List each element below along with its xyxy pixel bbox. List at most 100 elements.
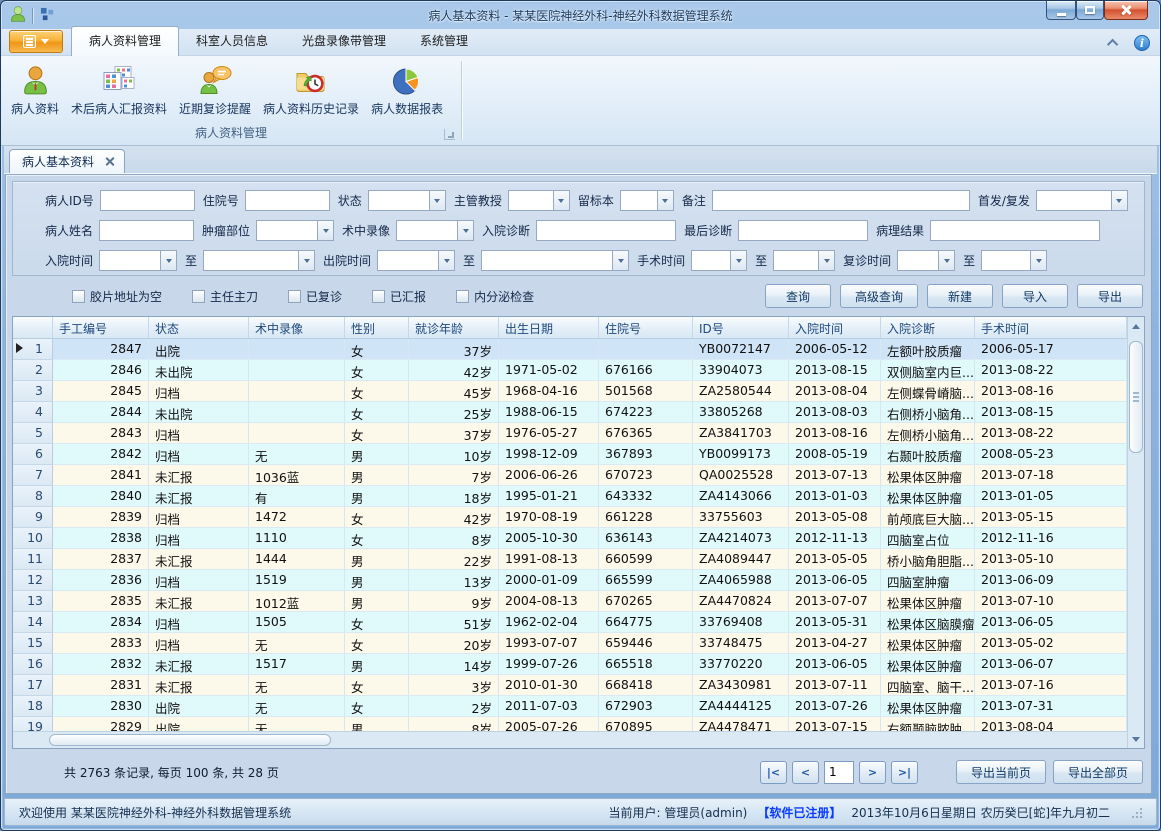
- patient-name-input[interactable]: [99, 220, 194, 241]
- patient-id-input[interactable]: [100, 190, 195, 211]
- column-header-status[interactable]: 状态: [149, 317, 249, 338]
- close-tab-icon[interactable]: [104, 156, 115, 167]
- column-header-intraop-video[interactable]: 术中录像: [249, 317, 345, 338]
- column-header-gender[interactable]: 性别: [345, 317, 409, 338]
- next-page-button[interactable]: >: [859, 761, 886, 784]
- ribbon-tab-disc-video-tape-management[interactable]: 光盘录像带管理: [285, 27, 403, 55]
- vertical-scrollbar[interactable]: [1127, 317, 1144, 748]
- table-row[interactable]: 52843归档女37岁1976-05-27676365ZA38417032013…: [13, 423, 1127, 444]
- registered-link[interactable]: 【软件已注册】: [757, 804, 841, 821]
- admission-time-from-select[interactable]: [99, 250, 177, 271]
- horizontal-scrollbar-thumb[interactable]: [49, 734, 331, 746]
- ribbon-button-postop-report-data[interactable]: 术后病人汇报资料: [65, 60, 173, 117]
- tumor-site-select[interactable]: [256, 220, 334, 241]
- new-button[interactable]: 新建: [927, 284, 993, 308]
- chevron-down-icon[interactable]: [317, 220, 334, 241]
- table-row[interactable]: 32845归档女45岁1968-04-16501568ZA25805442013…: [13, 381, 1127, 402]
- table-row[interactable]: 62842归档无男10岁1998-12-09367893YB0099173200…: [13, 444, 1127, 465]
- prev-page-button[interactable]: <: [792, 761, 819, 784]
- professor-select[interactable]: [508, 190, 570, 211]
- import-button[interactable]: 导入: [1002, 284, 1068, 308]
- followup-time-to-select[interactable]: [981, 250, 1047, 271]
- chevron-down-icon[interactable]: [1111, 190, 1128, 211]
- scroll-up-icon[interactable]: [1128, 317, 1144, 334]
- admission-time-to-select[interactable]: [203, 250, 315, 271]
- export-current-page-button[interactable]: 导出当前页: [956, 760, 1046, 784]
- table-row[interactable]: 122836归档1519男13岁2000-01-09665599ZA406598…: [13, 570, 1127, 591]
- column-header-birth-date[interactable]: 出生日期: [499, 317, 599, 338]
- table-row[interactable]: 192829出院无男8岁2005-07-26670895ZA4478471201…: [13, 717, 1127, 731]
- checkbox-followed-up[interactable]: [288, 290, 301, 303]
- dialog-launcher-icon[interactable]: [444, 129, 455, 140]
- collapse-ribbon-icon[interactable]: [1107, 39, 1118, 50]
- table-row[interactable]: 172831未汇报无女3岁2010-01-30668418ZA343098120…: [13, 675, 1127, 696]
- discharge-time-to-select[interactable]: [481, 250, 629, 271]
- chevron-down-icon[interactable]: [429, 190, 446, 211]
- table-row[interactable]: 42844未出院女25岁1988-06-15674223338052682013…: [13, 402, 1127, 423]
- specimen-select[interactable]: [620, 190, 674, 211]
- admission-no-input[interactable]: [245, 190, 330, 211]
- export-button[interactable]: 导出: [1077, 284, 1143, 308]
- column-header-surgery-date[interactable]: 手术时间: [975, 317, 1127, 338]
- ribbon-button-recent-followup-reminder[interactable]: 近期复诊提醒: [173, 60, 257, 117]
- table-row[interactable]: 12847出院女37岁YB00721472006-05-12左额叶胶质瘤2006…: [13, 339, 1127, 360]
- checkbox-chief-as-surgeon[interactable]: [192, 290, 205, 303]
- chevron-down-icon[interactable]: [938, 250, 955, 271]
- followup-time-from-select[interactable]: [897, 250, 955, 271]
- admission-diagnosis-input[interactable]: [536, 220, 676, 241]
- info-icon[interactable]: i: [1134, 35, 1150, 51]
- table-row[interactable]: 112837未汇报1444男22岁1991-08-13660599ZA40894…: [13, 549, 1127, 570]
- checkbox-endocrine-exam[interactable]: [456, 290, 469, 303]
- chevron-down-icon[interactable]: [818, 250, 835, 271]
- table-row[interactable]: 72841未汇报1036蓝男7岁2006-06-26670723QA002552…: [13, 465, 1127, 486]
- tab-patient-basic-info[interactable]: 病人基本资料: [9, 149, 125, 173]
- chevron-down-icon[interactable]: [657, 190, 674, 211]
- app-menu-button[interactable]: [9, 30, 63, 53]
- column-header-manual-no[interactable]: 手工编号: [53, 317, 149, 338]
- table-row[interactable]: 22846未出院女42岁1971-05-02676166339040732013…: [13, 360, 1127, 381]
- column-header-admission-no[interactable]: 住院号: [599, 317, 693, 338]
- table-row[interactable]: 142834归档1505女51岁1962-02-0466477533769408…: [13, 612, 1127, 633]
- chevron-down-icon[interactable]: [730, 250, 747, 271]
- ribbon-button-patient-data-report[interactable]: 病人数据报表: [365, 60, 449, 117]
- chevron-down-icon[interactable]: [553, 190, 570, 211]
- chevron-down-icon[interactable]: [1030, 250, 1047, 271]
- query-button[interactable]: 查询: [765, 284, 831, 308]
- ribbon-tab-system-management[interactable]: 系统管理: [403, 27, 485, 55]
- chevron-down-icon[interactable]: [298, 250, 315, 271]
- vertical-scrollbar-thumb[interactable]: [1129, 341, 1143, 453]
- ribbon-tab-patient-data-management[interactable]: 病人资料管理: [71, 26, 179, 56]
- table-row[interactable]: 162832未汇报1517男14岁1999-07-266655183377022…: [13, 654, 1127, 675]
- table-row[interactable]: 182830出院无女2岁2011-07-03672903ZA4444125201…: [13, 696, 1127, 717]
- surgery-time-from-select[interactable]: [691, 250, 747, 271]
- ribbon-tab-department-staff-info[interactable]: 科室人员信息: [179, 27, 285, 55]
- discharge-time-from-select[interactable]: [377, 250, 455, 271]
- horizontal-scrollbar[interactable]: [13, 731, 1127, 748]
- chevron-down-icon[interactable]: [457, 220, 474, 241]
- close-button[interactable]: [1104, 1, 1148, 20]
- first-recurrence-select[interactable]: [1036, 190, 1128, 211]
- table-row[interactable]: 102838归档1110女8岁2005-10-30636143ZA4214073…: [13, 528, 1127, 549]
- remark-input[interactable]: [712, 190, 970, 211]
- first-page-button[interactable]: |<: [760, 761, 787, 784]
- column-header-admission-diagnosis[interactable]: 入院诊断: [881, 317, 975, 338]
- column-header-admission-date[interactable]: 入院时间: [789, 317, 881, 338]
- page-number-input[interactable]: [824, 761, 854, 784]
- checkbox-reported[interactable]: [372, 290, 385, 303]
- checkbox-film-address-empty[interactable]: [72, 290, 85, 303]
- surgery-time-to-select[interactable]: [773, 250, 835, 271]
- column-header-id-no[interactable]: ID号: [693, 317, 789, 338]
- advanced-query-button[interactable]: 高级查询: [840, 284, 918, 308]
- table-row[interactable]: 152833归档无女20岁1993-07-0765944633748475201…: [13, 633, 1127, 654]
- scroll-down-icon[interactable]: [1128, 731, 1144, 748]
- chevron-down-icon[interactable]: [612, 250, 629, 271]
- chevron-down-icon[interactable]: [438, 250, 455, 271]
- pathology-result-input[interactable]: [930, 220, 1100, 241]
- minimize-button[interactable]: [1046, 1, 1076, 20]
- maximize-button[interactable]: [1076, 1, 1104, 20]
- final-diagnosis-input[interactable]: [738, 220, 868, 241]
- status-select[interactable]: [368, 190, 446, 211]
- ribbon-button-patient-data-history[interactable]: 病人资料历史记录: [257, 60, 365, 117]
- intraop-video-select[interactable]: [396, 220, 474, 241]
- chevron-down-icon[interactable]: [160, 250, 177, 271]
